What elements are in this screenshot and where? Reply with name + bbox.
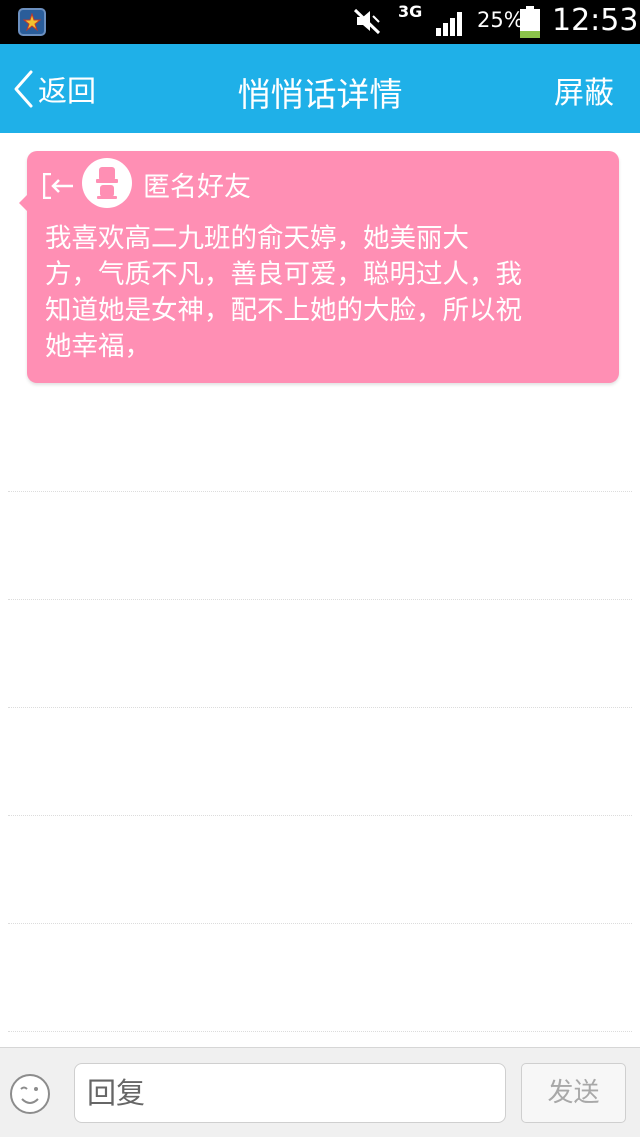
send-button[interactable]: 发送 (521, 1063, 626, 1123)
message-text: 我喜欢高二九班的俞天婷，她美丽大 方，气质不凡，善良可爱，聪明过人，我 知道她是… (45, 221, 607, 365)
mute-icon (353, 8, 381, 35)
clock: 12:53 (552, 3, 639, 38)
anonymous-avatar (82, 158, 132, 208)
network-type-label: 3G (398, 2, 423, 21)
app-notification-icon (18, 8, 46, 36)
signal-icon (436, 12, 462, 36)
ruled-line (8, 599, 632, 600)
message-line: 我喜欢高二九班的俞天婷，她美丽大 (45, 223, 469, 254)
exit-arrow-icon (43, 173, 73, 199)
ruled-line (8, 815, 632, 816)
message-line: 方，气质不凡，善良可爱，聪明过人，我 (45, 259, 522, 290)
ruled-line (8, 1031, 632, 1032)
battery-fill (520, 31, 540, 38)
back-label: 返回 (38, 74, 97, 108)
ruled-line (8, 491, 632, 492)
ruled-line (8, 707, 632, 708)
block-button[interactable]: 屏蔽 (554, 68, 614, 112)
chevron-left-icon (14, 70, 33, 108)
battery-icon (520, 6, 540, 38)
reply-input[interactable] (74, 1063, 506, 1123)
reply-bar: 发送 (0, 1047, 640, 1137)
ruled-line (8, 923, 632, 924)
status-bar: 3G 25% 12:53 (0, 0, 640, 44)
message-line: 她幸福， (45, 331, 151, 362)
battery-percent: 25% (477, 8, 524, 32)
sender-name: 匿名好友 (143, 172, 251, 203)
nav-bar: 返回 悄悄话详情 屏蔽 (0, 44, 640, 133)
message-line: 知道她是女神，配不上她的大脸，所以祝 (45, 295, 522, 326)
back-button[interactable]: 返回 (12, 66, 96, 112)
emoji-icon[interactable] (8, 1072, 52, 1116)
message-card: 匿名好友 我喜欢高二九班的俞天婷，她美丽大 方，气质不凡，善良可爱，聪明过人，我… (19, 151, 619, 383)
message-bubble-tail (19, 195, 27, 211)
